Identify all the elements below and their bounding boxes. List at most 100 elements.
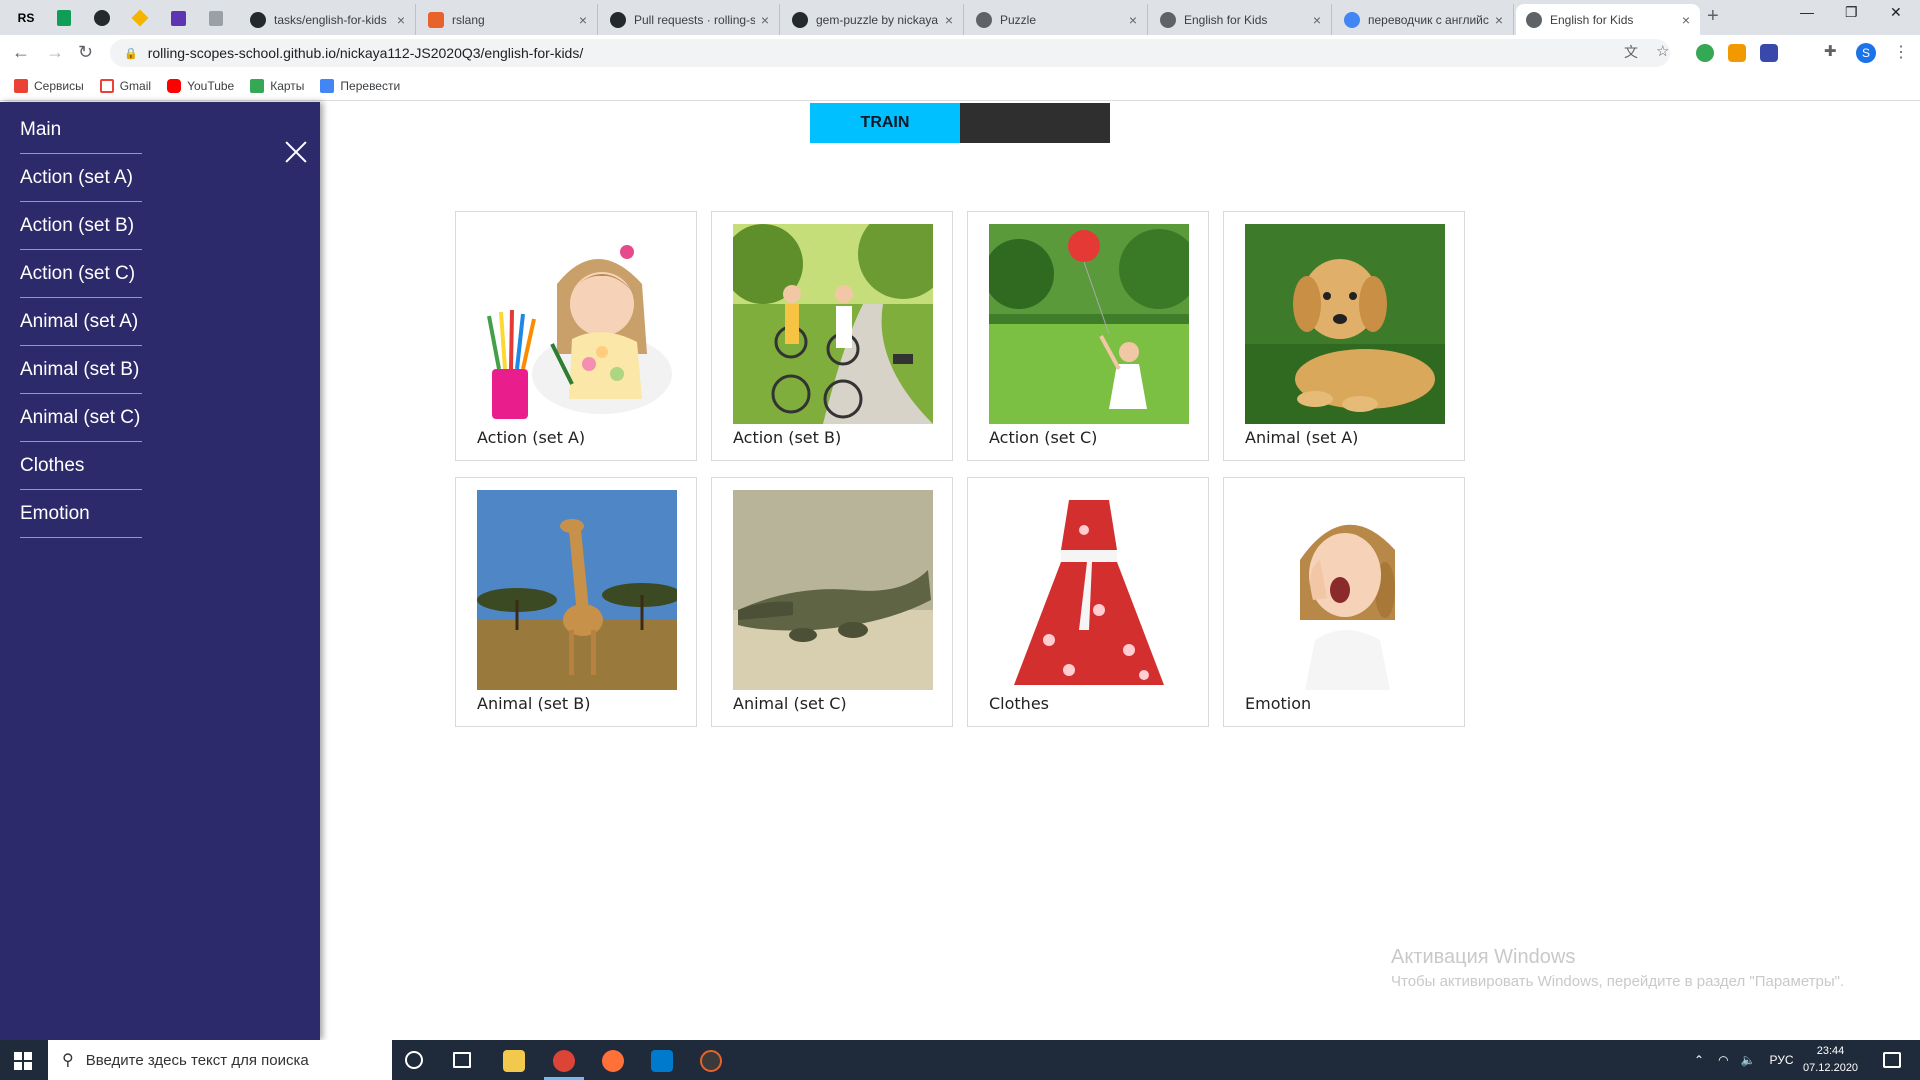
category-card-animal-c[interactable]: Animal (set C) — [711, 477, 953, 727]
forward-arrow-icon[interactable]: → — [46, 42, 64, 63]
card-label: Action (set A) — [477, 428, 586, 447]
extension-s-icon[interactable] — [1760, 44, 1778, 62]
tab-puzzle[interactable]: Puzzle × — [966, 4, 1148, 35]
bookmark-translate[interactable]: Перевести — [320, 78, 400, 93]
close-tab-icon[interactable]: × — [397, 12, 405, 28]
menu-item-action-b[interactable]: Action (set B) — [20, 202, 142, 250]
bookmark-label: YouTube — [187, 78, 235, 93]
task-view-icon[interactable] — [453, 1052, 471, 1068]
address-bar[interactable]: 🔒 rolling-scopes-school.github.io/nickay… — [110, 39, 1670, 67]
tab-title: gem-puzzle by nickaya — [816, 12, 939, 27]
browser-tab-strip: RS tasks/english-for-kids × rslang × Pul… — [0, 0, 1920, 35]
vscode-icon[interactable] — [651, 1050, 673, 1072]
windows-start-icon[interactable] — [14, 1052, 32, 1070]
star-icon[interactable]: ☆ — [1656, 42, 1669, 60]
menu-item-animal-b[interactable]: Animal (set B) — [20, 346, 142, 394]
extension-orange-icon[interactable] — [1728, 44, 1746, 62]
category-card-action-a[interactable]: Action (set A) — [455, 211, 697, 461]
reload-icon[interactable]: ↻ — [78, 42, 93, 63]
close-tab-icon[interactable]: × — [1129, 12, 1137, 28]
pinned-tab-docs[interactable] — [204, 6, 228, 30]
notifications-icon[interactable] — [1883, 1052, 1901, 1068]
pinned-tab-github[interactable] — [90, 6, 114, 30]
new-tab-plus-icon[interactable]: + — [1707, 5, 1719, 28]
card-label: Emotion — [1245, 694, 1312, 713]
watermark-title: Активация Windows — [1391, 946, 1576, 968]
category-card-emotion[interactable]: Emotion — [1223, 477, 1465, 727]
chevron-up-icon[interactable]: ⌃ — [1694, 1053, 1704, 1067]
language-indicator[interactable]: РУС — [1770, 1053, 1794, 1067]
tab-english-for-kids[interactable]: English for Kids × — [1150, 4, 1332, 35]
tab-title: English for Kids — [1184, 12, 1268, 27]
pinned-tab-jira[interactable] — [128, 6, 152, 30]
train-mode-button[interactable]: TRAIN — [810, 103, 960, 143]
menu-item-animal-a[interactable]: Animal (set A) — [20, 298, 142, 346]
cortana-icon[interactable] — [405, 1051, 423, 1069]
card-label: Action (set B) — [733, 428, 842, 447]
close-tab-icon[interactable]: × — [1682, 12, 1690, 28]
volume-icon[interactable]: 🔈 — [1741, 1053, 1756, 1067]
wifi-icon[interactable]: ◠ — [1718, 1053, 1728, 1067]
sheets-icon — [57, 10, 71, 26]
close-window-icon[interactable]: ✕ — [1890, 4, 1902, 21]
close-tab-icon[interactable]: × — [1313, 12, 1321, 28]
lock-icon: 🔒 — [124, 47, 138, 60]
minimize-icon[interactable]: — — [1800, 4, 1814, 20]
tab-title: English for Kids — [1550, 12, 1634, 27]
more-menu-icon[interactable]: ⋮ — [1893, 42, 1909, 62]
bookmark-youtube[interactable]: YouTube — [167, 78, 235, 93]
tab-title: rslang — [452, 12, 485, 27]
pinned-tab-sheets[interactable] — [52, 6, 76, 30]
translate-icon — [320, 78, 335, 93]
card-label: Clothes — [989, 694, 1049, 713]
bookmark-services[interactable]: Сервисы — [14, 78, 84, 93]
card-label: Animal (set B) — [477, 694, 591, 713]
category-card-animal-a[interactable]: Animal (set A) — [1223, 211, 1465, 461]
close-tab-icon[interactable]: × — [761, 12, 769, 28]
translate-icon[interactable]: 文 — [1624, 42, 1638, 62]
tab-rslang[interactable]: rslang × — [418, 4, 598, 35]
firefox-icon[interactable] — [602, 1050, 624, 1072]
category-card-action-b[interactable]: Action (set B) — [711, 211, 953, 461]
browser-toolbar: ← → ↻ 🔒 rolling-scopes-school.github.io/… — [0, 35, 1920, 71]
github-icon — [792, 11, 808, 28]
obs-icon[interactable] — [700, 1050, 722, 1072]
rslang-icon — [428, 11, 444, 28]
profile-avatar[interactable]: S — [1856, 43, 1876, 63]
bookmark-gmail[interactable]: Gmail — [99, 78, 151, 93]
system-tray: ⌃ ◠ 🔈 РУС — [1694, 1040, 1794, 1080]
pinned-tab-notes[interactable] — [166, 6, 190, 30]
pinned-tab-rs[interactable]: RS — [14, 6, 38, 30]
close-tab-icon[interactable]: × — [945, 12, 953, 28]
tab-english-for-kids-active[interactable]: English for Kids × — [1516, 4, 1700, 35]
close-tab-icon[interactable]: × — [579, 12, 587, 28]
menu-item-action-c[interactable]: Action (set C) — [20, 250, 142, 298]
tab-english-for-kids-task[interactable]: tasks/english-for-kids × — [240, 4, 416, 35]
category-card-animal-b[interactable]: Animal (set B) — [455, 477, 697, 727]
system-clock[interactable]: 23:44 07.12.2020 — [1803, 1043, 1858, 1077]
menu-item-emotion[interactable]: Emotion — [20, 490, 142, 538]
chrome-icon[interactable] — [553, 1050, 575, 1072]
menu-item-clothes[interactable]: Clothes — [20, 442, 142, 490]
menu-item-animal-c[interactable]: Animal (set C) — [20, 394, 142, 442]
close-icon[interactable] — [284, 140, 308, 164]
tab-translator[interactable]: переводчик с английс × — [1334, 4, 1514, 35]
bookmark-maps[interactable]: Карты — [250, 78, 305, 93]
mode-switch[interactable]: TRAIN — [810, 103, 1110, 143]
taskbar-search-input[interactable]: ⚲ Введите здесь текст для поиска — [48, 1040, 392, 1080]
tab-title: Puzzle — [1000, 12, 1037, 27]
restore-icon[interactable]: ❐ — [1845, 4, 1858, 21]
menu-item-main[interactable]: Main — [20, 106, 142, 154]
category-card-action-c[interactable]: Action (set C) — [967, 211, 1209, 461]
bookmark-label: Карты — [270, 78, 305, 93]
tab-pull-requests[interactable]: Pull requests · rolling-s × — [600, 4, 780, 35]
menu-item-action-a[interactable]: Action (set A) — [20, 154, 142, 202]
play-mode-button[interactable] — [960, 103, 1110, 143]
file-explorer-icon[interactable] — [503, 1050, 525, 1072]
category-card-clothes[interactable]: Clothes — [967, 477, 1209, 727]
tab-gem-puzzle[interactable]: gem-puzzle by nickaya × — [782, 4, 964, 35]
close-tab-icon[interactable]: × — [1495, 12, 1503, 28]
extension-green-icon[interactable] — [1696, 44, 1714, 62]
puzzle-extensions-icon[interactable]: ✚ — [1824, 42, 1837, 60]
back-arrow-icon[interactable]: ← — [12, 42, 30, 63]
